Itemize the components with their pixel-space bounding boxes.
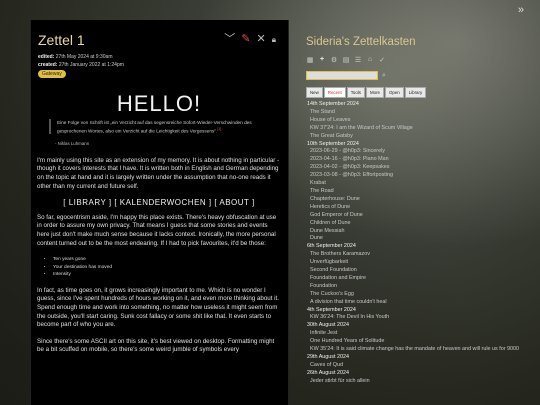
recent-item-link[interactable]: Chapterhouse: Dune	[307, 196, 539, 204]
recent-item-link[interactable]: KW 35'24: It is said climate change has …	[307, 346, 539, 354]
new-tiddler-icon[interactable]: +	[318, 56, 326, 64]
quote-citation: - Niklas Luhmann	[55, 141, 90, 147]
chevron-down-icon[interactable]: ﹀	[224, 34, 235, 45]
tab-open[interactable]: Open	[384, 87, 404, 98]
recent-item-link[interactable]: The Stand	[307, 109, 539, 117]
site-title: Sideria's Zettelkasten	[306, 36, 416, 48]
edited-value: 27th May 2024 at 9:30am	[55, 54, 113, 60]
recent-list: 14th September 2024 The Stand House of Lea…	[307, 101, 539, 386]
edited-label: edited:	[38, 54, 55, 60]
recent-item-link[interactable]: The Brothers Karamazov	[307, 251, 539, 259]
tiddler-body: HELLO! Eine Folge von Schrift ist „ein V…	[37, 91, 281, 363]
created-label: created:	[38, 62, 58, 68]
tiddler-title: Zettel 1	[38, 32, 85, 48]
recent-item-link[interactable]: Caves of Qud	[307, 362, 539, 370]
quote-text: Eine Folge von Schrift ist „ein Verzicht…	[57, 119, 252, 134]
search-input[interactable]	[306, 71, 378, 80]
recent-date: 4th September 2024	[307, 306, 356, 313]
tab-new[interactable]: New	[306, 87, 323, 98]
paragraph-4: Since there's some ASCII art on this sit…	[37, 337, 275, 354]
paragraph-1: I'm mainly using this site as an extensi…	[37, 156, 280, 190]
tiddler-card: Zettel 1 ﹀ ✎ ✕ 🔒︎ edited: 27th May 2024 …	[30, 20, 289, 405]
search-icon[interactable]: ⌕	[382, 72, 386, 80]
recent-date: 29th August 2024	[307, 354, 349, 360]
lock-icon[interactable]: 🔒︎	[272, 34, 276, 45]
recent-item-link[interactable]: Dune	[307, 235, 539, 243]
recent-item-link[interactable]: House of Leaves	[307, 117, 539, 125]
gear-icon[interactable]: ⚙	[330, 56, 338, 64]
recent-item-link[interactable]: Foundation	[307, 283, 539, 291]
recent-item-link[interactable]: Unverfügbarkeit	[307, 259, 539, 267]
blockquote: Eine Folge von Schrift ist „ein Verzicht…	[49, 118, 281, 135]
recent-item-link[interactable]: One Hundred Years of Solitude	[307, 338, 539, 346]
section-links[interactable]: [ LIBRARY ] [ KALENDERWOCHEN ] [ ABOUT ]	[37, 199, 281, 208]
recent-item-link[interactable]: 2023-03-08 - @h0p3: Effortposting	[307, 172, 539, 180]
recent-date: 14th September 2024	[307, 101, 359, 107]
tag-icon[interactable]: ⌂	[366, 56, 374, 64]
document-icon[interactable]: ▤	[342, 56, 350, 64]
paragraph-3: In fact, as time goes on, it grows incre…	[37, 286, 279, 329]
footnote-ref[interactable]: [1]	[217, 127, 221, 131]
favourites-list: Ten years gone Your destination has move…	[37, 256, 281, 279]
page-controls: ▦ + ⚙ ▤ ☰ ⌂ ✓	[306, 56, 386, 64]
recent-item-link[interactable]: The Road	[307, 188, 539, 196]
created-value: 27th January 2022 at 1:24pm	[58, 62, 124, 68]
tab-recent[interactable]: Recent	[323, 87, 346, 98]
recent-date: 10th September 2024	[307, 140, 359, 147]
recent-item-link[interactable]: A division that time couldn't heal	[307, 299, 539, 307]
recent-item-link[interactable]: Dune Messiah	[307, 228, 539, 236]
recent-item-link[interactable]: KW 37'24: I am the Wizard of Scum Villag…	[307, 125, 539, 133]
recent-item-link[interactable]: 2023-04-16 - @h0p3: Piano Man	[307, 156, 539, 164]
edit-pen-icon[interactable]: ✎	[241, 34, 250, 45]
tab-more[interactable]: More	[365, 87, 384, 98]
favourite-link[interactable]: Ten years gone	[53, 256, 281, 264]
recent-item-link[interactable]: Children of Dune	[307, 220, 539, 228]
sidebar-toggle-icon[interactable]: »	[518, 4, 524, 16]
check-circle-icon[interactable]: ✓	[378, 56, 386, 64]
recent-item-link[interactable]: 2023-06-29 - @h0p3: Sincerely	[307, 148, 539, 156]
tab-library[interactable]: Library	[404, 87, 427, 98]
recent-date: 26th August 2024	[307, 369, 349, 376]
recent-date: 30th August 2024	[307, 322, 349, 329]
grid-icon[interactable]: ▦	[306, 56, 314, 64]
sidebar-tabs: New Recent Tools More Open Library	[306, 87, 427, 98]
recent-item-link[interactable]: The Cuckoo's Egg	[307, 291, 539, 299]
paragraph-2: So far, egocentrism aside, I'm happy thi…	[37, 213, 277, 247]
recent-item-link[interactable]: Infinite Jest	[307, 330, 539, 338]
recent-item-link[interactable]: Krabat	[307, 180, 539, 188]
recent-item-link[interactable]: The Great Gatsby	[307, 133, 539, 141]
search-row: ⌕	[306, 71, 386, 80]
recent-item-link[interactable]: Jeder stirbt für sich allein	[307, 378, 539, 386]
favourite-link[interactable]: Intensity	[53, 271, 281, 279]
tiddler-meta: edited: 27th May 2024 at 9:30am created:…	[38, 53, 124, 69]
recent-item-link[interactable]: Heretics of Dune	[307, 204, 539, 212]
page-heading: HELLO!	[116, 91, 202, 116]
recent-item-link[interactable]: 2023-04-02 - @h0p3: Keepsakes	[307, 164, 539, 172]
list-icon[interactable]: ☰	[354, 56, 362, 64]
recent-item-link[interactable]: Foundation and Empire	[307, 275, 539, 283]
tiddler-toolbar: ﹀ ✎ ✕ 🔒︎	[224, 34, 276, 45]
recent-item-link[interactable]: God Emperor of Dune	[307, 212, 539, 220]
recent-item-link[interactable]: KW 36'24: The Devil In His Youth	[307, 314, 539, 322]
favourite-link[interactable]: Your destination has moved	[53, 264, 281, 272]
tag-gateway[interactable]: Gateway	[38, 70, 66, 78]
close-icon[interactable]: ✕	[257, 34, 266, 45]
recent-item-link[interactable]: Second Foundation	[307, 267, 539, 275]
tab-tools[interactable]: Tools	[346, 87, 365, 98]
recent-date: 6th September 2024	[307, 243, 356, 250]
